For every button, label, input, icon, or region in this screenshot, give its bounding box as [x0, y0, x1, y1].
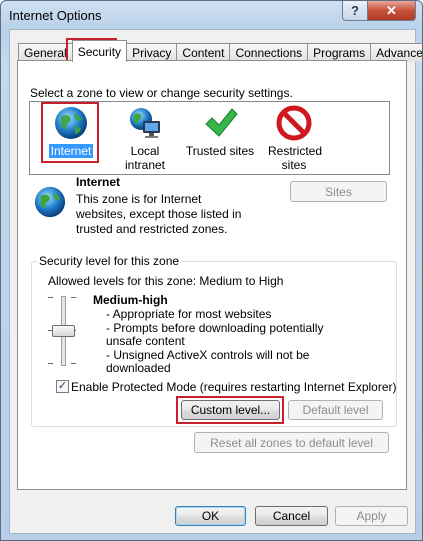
slider-tick: [71, 363, 76, 364]
level-point: - Appropriate for most websites: [106, 307, 272, 321]
level-point: - Prompts before downloading potentially…: [106, 320, 324, 348]
internet-zone-highlight: [41, 102, 99, 163]
selected-zone-globe-icon: [33, 185, 67, 219]
help-button[interactable]: ?: [342, 1, 368, 21]
cancel-button[interactable]: Cancel: [255, 506, 328, 526]
default-level-button[interactable]: Default level: [288, 400, 383, 420]
zone-trusted-sites-label: Trusted sites: [185, 144, 255, 158]
tab-security[interactable]: Security: [71, 40, 128, 62]
apply-button[interactable]: Apply: [335, 506, 408, 526]
protected-mode-checkbox[interactable]: ✓: [56, 380, 69, 393]
allowed-levels-text: Allowed levels for this zone: Medium to …: [48, 274, 284, 288]
slider-tick: [48, 297, 53, 298]
security-level-slider-thumb[interactable]: [52, 325, 75, 337]
slider-tick: [71, 297, 76, 298]
selected-zone-description: This zone is for Internet websites, exce…: [76, 192, 242, 236]
checkmark-icon: [202, 105, 238, 141]
zone-trusted-sites[interactable]: Trusted sites: [185, 105, 255, 158]
protected-mode-label: Enable Protected Mode (requires restarti…: [71, 380, 397, 394]
zone-local-intranet-label: Local intranet: [124, 144, 166, 172]
tab-strip: General Security Privacy Content Connect…: [18, 40, 422, 62]
restricted-icon: [276, 105, 312, 141]
zone-local-intranet[interactable]: Local intranet: [109, 105, 181, 172]
security-level-name: Medium-high: [93, 293, 168, 307]
sites-button[interactable]: Sites: [290, 181, 387, 202]
reset-all-zones-button[interactable]: Reset all zones to default level: [194, 432, 389, 453]
intranet-icon: [127, 105, 163, 141]
level-point: - Unsigned ActiveX controls will not be …: [106, 347, 310, 375]
close-button[interactable]: ✕: [367, 1, 416, 21]
ok-button[interactable]: OK: [175, 506, 246, 526]
security-level-description: - Appropriate for most websites - Prompt…: [106, 307, 356, 376]
internet-options-window: Internet Options ? ✕ General Security Pr…: [0, 0, 423, 541]
zone-restricted-sites-label: Restricted sites: [268, 144, 323, 172]
zone-restricted-sites[interactable]: Restricted sites: [259, 105, 329, 172]
window-title: Internet Options: [9, 8, 102, 23]
selected-zone-title: Internet: [76, 175, 121, 189]
slider-tick: [48, 363, 53, 364]
security-level-group-label: Security level for this zone: [37, 254, 182, 268]
custom-level-highlight: [176, 396, 284, 424]
zone-instruction: Select a zone to view or change security…: [30, 86, 293, 100]
